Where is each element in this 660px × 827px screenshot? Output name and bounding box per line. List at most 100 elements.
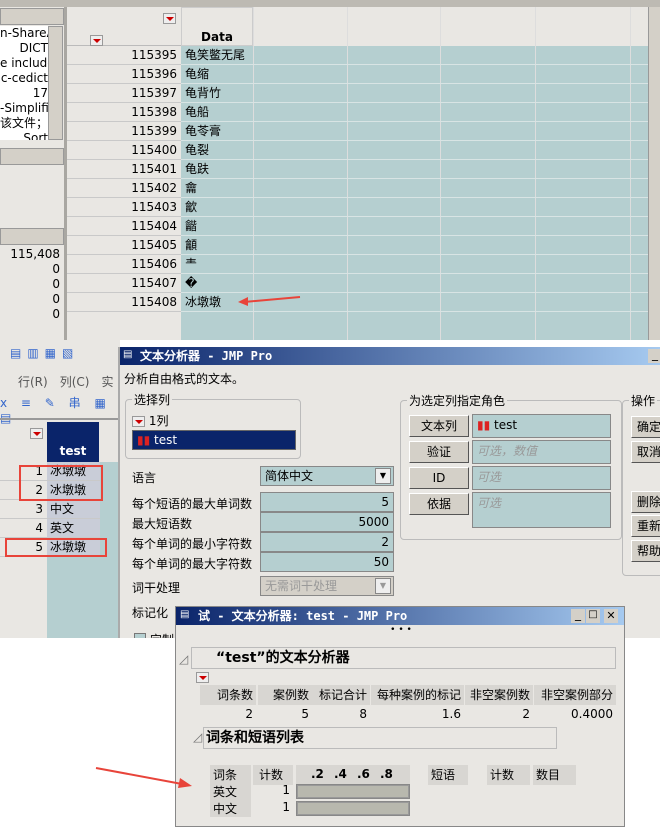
- row-number[interactable]: 115406: [67, 255, 181, 274]
- select-columns-legend: 选择列: [132, 391, 173, 408]
- role-button-3[interactable]: 依据: [409, 493, 469, 515]
- data-cell[interactable]: 龟背竹: [181, 84, 648, 103]
- list-line: c-cedict: [0, 71, 48, 85]
- option-field[interactable]: 50: [260, 552, 394, 572]
- row-number[interactable]: 115399: [67, 122, 181, 141]
- data-cell[interactable]: 龶: [181, 255, 648, 274]
- row-number[interactable]: 115398: [67, 103, 181, 122]
- notes-listbox[interactable]: n-ShareADICTe includec-cedict17-Simplifi…: [0, 26, 48, 140]
- columns-menu-icon[interactable]: [132, 416, 145, 427]
- role-button-1[interactable]: 验证: [409, 441, 469, 463]
- column-header-data[interactable]: Data: [181, 7, 253, 46]
- disclosure-icon[interactable]: ◿: [193, 730, 202, 744]
- role-field[interactable]: 可选: [472, 466, 611, 490]
- language-select[interactable]: 简体中文: [260, 466, 394, 486]
- data-cell[interactable]: 龟苓膏: [181, 122, 648, 141]
- list-line: e include: [0, 56, 48, 70]
- data-cell[interactable]: 龟船: [181, 103, 648, 122]
- terms-header: 词条: [210, 765, 251, 785]
- row-number[interactable]: 115403: [67, 198, 181, 217]
- menu-item[interactable]: 列(C): [60, 375, 90, 389]
- toolbar-2[interactable]: x ≡ ✎ 串 ▦ ▤: [0, 394, 118, 425]
- column-header-test[interactable]: test: [47, 422, 99, 462]
- minimize-button[interactable]: _: [648, 348, 660, 363]
- menu-item[interactable]: 行(R): [18, 375, 48, 389]
- term-bar-track: [296, 801, 410, 816]
- close-button[interactable]: ✕: [604, 609, 618, 623]
- report-menu-icon[interactable]: [196, 672, 209, 683]
- dialog-title: 文本分析器 - JMP Pro: [120, 347, 660, 365]
- action-button-2[interactable]: 删除: [631, 491, 660, 513]
- column-count: 1列: [148, 414, 169, 428]
- table-menu-icon[interactable]: [163, 13, 176, 24]
- list-heading: 词条和短语列表: [203, 727, 557, 749]
- role-placeholder: 可选: [477, 470, 502, 484]
- row-number[interactable]: 115404: [67, 217, 181, 236]
- panel-header: [0, 8, 64, 25]
- option-label: 最大短语数: [132, 517, 193, 531]
- menu-item[interactable]: 实: [101, 375, 113, 389]
- maximize-button[interactable]: □: [586, 609, 600, 623]
- data-cell[interactable]: 龟趺: [181, 160, 648, 179]
- role-field[interactable]: 可选: [472, 492, 611, 528]
- term-label[interactable]: 中文: [210, 800, 251, 817]
- option-label: 标记化: [132, 606, 169, 620]
- option-label: 每个短语的最大单词数: [132, 497, 253, 511]
- count-value: 0: [52, 262, 60, 276]
- row-number[interactable]: 115402: [67, 179, 181, 198]
- grid-scrollbar[interactable]: [648, 7, 660, 340]
- chevron-down-icon[interactable]: ▼: [375, 578, 391, 594]
- chevron-down-icon[interactable]: ▼: [375, 468, 391, 484]
- role-field[interactable]: 可选，数值: [472, 440, 611, 464]
- minimize-button[interactable]: _: [571, 608, 585, 623]
- data-cell[interactable]: �: [181, 274, 648, 293]
- data-cell[interactable]: 龡: [181, 198, 648, 217]
- row-number[interactable]: 115408: [67, 293, 181, 312]
- phrases-header: 短语: [428, 765, 468, 785]
- toolbar-icons[interactable]: ▤▥▦▧: [10, 346, 110, 366]
- option-field[interactable]: 5000: [260, 512, 394, 532]
- menu-bar[interactable]: 行(R) 列(C) 实: [18, 373, 128, 390]
- listbox-scrollbar[interactable]: [48, 26, 63, 140]
- column-menu-icon[interactable]: [30, 428, 43, 439]
- summary-value: 0.4000: [571, 707, 613, 721]
- list-line: Sort: [23, 131, 48, 140]
- row-number[interactable]: 115397: [67, 84, 181, 103]
- disclosure-icon[interactable]: ◿: [179, 652, 188, 666]
- action-button-4[interactable]: 帮助: [631, 540, 660, 562]
- column-item-test[interactable]: ▮▮ test: [132, 430, 296, 450]
- row-number[interactable]: 4: [0, 519, 47, 538]
- data-cell[interactable]: 龟缩: [181, 65, 648, 84]
- row-number[interactable]: 115407: [67, 274, 181, 293]
- list-line: DICT: [19, 41, 49, 55]
- row-number[interactable]: 115396: [67, 65, 181, 84]
- action-button-0[interactable]: 确定: [631, 416, 660, 438]
- data-cell[interactable]: 龥: [181, 236, 648, 255]
- row-number[interactable]: 115405: [67, 236, 181, 255]
- data-cell[interactable]: 龠: [181, 179, 648, 198]
- row-number[interactable]: 115395: [67, 46, 181, 65]
- data-cell[interactable]: 龟笑鳖无尾: [181, 46, 648, 65]
- option-label: 每个单词的最大字符数: [132, 557, 253, 571]
- row-number[interactable]: 115400: [67, 141, 181, 160]
- row-number[interactable]: 3: [0, 500, 47, 519]
- action-button-1[interactable]: 取消: [631, 441, 660, 463]
- action-button-3[interactable]: 重新调用: [631, 515, 660, 537]
- data-cell[interactable]: 英文: [47, 519, 100, 538]
- option-field[interactable]: 5: [260, 492, 394, 512]
- role-field[interactable]: ▮▮ test: [472, 414, 611, 438]
- summary-value: 5: [301, 707, 309, 721]
- role-button-0[interactable]: 文本列: [409, 415, 469, 437]
- term-label[interactable]: 英文: [210, 783, 251, 800]
- rows-menu-icon[interactable]: [89, 35, 103, 46]
- more-handle[interactable]: • • •: [176, 625, 626, 637]
- phrases-header: 数目: [533, 765, 576, 785]
- row-number[interactable]: 115401: [67, 160, 181, 179]
- option-field[interactable]: 2: [260, 532, 394, 552]
- actions-legend: 操作: [629, 392, 658, 409]
- data-cell[interactable]: 龟裂: [181, 141, 648, 160]
- data-cell[interactable]: 中文: [47, 500, 100, 519]
- role-button-2[interactable]: ID: [409, 467, 469, 489]
- data-cell[interactable]: 龤: [181, 217, 648, 236]
- terms-header: 计数: [253, 765, 293, 785]
